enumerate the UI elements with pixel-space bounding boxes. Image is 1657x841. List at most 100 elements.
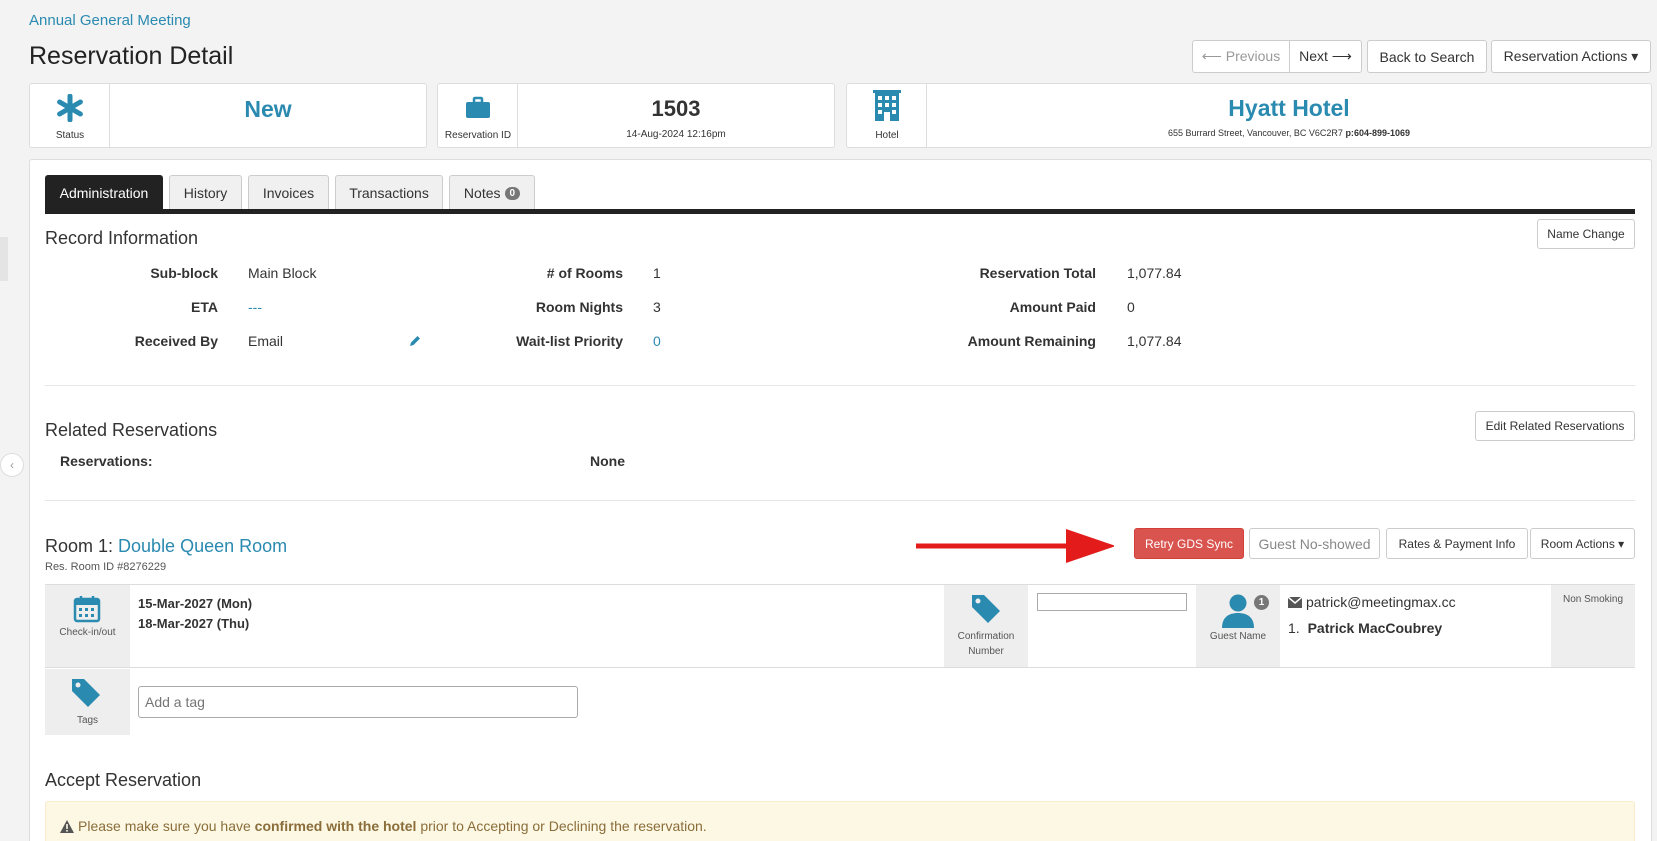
accept-reservation-title: Accept Reservation bbox=[45, 770, 202, 790]
sub-block-value: Main Block bbox=[248, 265, 317, 281]
hotel-label: Hotel bbox=[875, 130, 899, 141]
add-tag-input[interactable] bbox=[138, 686, 578, 718]
tag-icon bbox=[72, 679, 100, 707]
amount-remaining-value: 1,077.84 bbox=[1127, 333, 1182, 349]
warning-text-bold: confirmed with the hotel bbox=[254, 818, 417, 834]
divider bbox=[45, 385, 1635, 386]
guest-count-badge: 1 bbox=[1254, 595, 1269, 610]
rooms-label: # of Rooms bbox=[546, 265, 623, 281]
hotel-address: 655 Burrard Street, Vancouver, BC V6C2R7 bbox=[1167, 128, 1343, 138]
hotel-phone-prefix: p: bbox=[1345, 128, 1354, 138]
asterisk-icon bbox=[57, 94, 83, 122]
guest-name-cell: 1 Guest Name bbox=[1196, 585, 1280, 667]
sub-block-label: Sub-block bbox=[150, 265, 218, 281]
reservation-total-label: Reservation Total bbox=[979, 265, 1096, 281]
smoking-preference: Non Smoking bbox=[1562, 594, 1624, 605]
back-to-search-button[interactable]: Back to Search bbox=[1367, 40, 1487, 73]
warning-text-post: prior to Accepting or Declining the rese… bbox=[416, 818, 707, 834]
tab-transactions[interactable]: Transactions bbox=[335, 175, 443, 210]
amount-paid-label: Amount Paid bbox=[1009, 299, 1096, 315]
red-arrow-annotation bbox=[916, 529, 1114, 563]
reservation-id-value: 1503 bbox=[651, 96, 701, 121]
previous-button[interactable]: ⟵ Previous bbox=[1192, 40, 1290, 73]
room-title: Room 1: Double Queen Room bbox=[45, 536, 287, 557]
rooms-value: 1 bbox=[653, 265, 661, 281]
edit-related-reservations-button[interactable]: Edit Related Reservations bbox=[1475, 411, 1635, 441]
guest-email: patrick@meetingmax.cc bbox=[1306, 594, 1456, 610]
room-nights-value: 3 bbox=[653, 299, 661, 315]
status-value: New bbox=[244, 96, 292, 122]
calendar-icon bbox=[73, 596, 101, 623]
eta-value[interactable]: --- bbox=[248, 299, 262, 315]
received-by-label: Received By bbox=[134, 333, 218, 349]
breadcrumb[interactable]: Annual General Meeting bbox=[29, 12, 191, 29]
next-button[interactable]: Next ⟶ bbox=[1289, 40, 1362, 73]
divider bbox=[45, 500, 1635, 501]
guest-name-label: Guest Name bbox=[1209, 631, 1267, 642]
reservation-actions-button[interactable]: Reservation Actions ▾ bbox=[1491, 40, 1651, 73]
reservations-value: None bbox=[590, 453, 625, 469]
amount-remaining-label: Amount Remaining bbox=[967, 333, 1096, 349]
tag-icon bbox=[972, 595, 1000, 623]
confirmation-number-label: Confirmation Number bbox=[957, 631, 1015, 657]
related-reservations-title: Related Reservations bbox=[45, 420, 218, 440]
guest-name-row: 1. Patrick MacCoubrey bbox=[1288, 620, 1442, 636]
name-change-button[interactable]: Name Change bbox=[1537, 219, 1635, 249]
hotel-address-line: 655 Burrard Street, Vancouver, BC V6C2R7… bbox=[927, 128, 1651, 138]
tab-invoices[interactable]: Invoices bbox=[248, 175, 329, 210]
amount-paid-value: 0 bbox=[1127, 299, 1135, 315]
status-label: Status bbox=[55, 130, 85, 141]
building-icon bbox=[873, 90, 901, 121]
pencil-icon[interactable] bbox=[408, 334, 422, 348]
confirmation-number-cell: Confirmation Number bbox=[944, 585, 1028, 667]
sidebar-edge bbox=[0, 237, 8, 281]
reservation-date: 14-Aug-2024 12:16pm bbox=[626, 129, 726, 140]
hotel-card: Hotel Hyatt Hotel 655 Burrard Street, Va… bbox=[846, 83, 1652, 148]
reservation-id-card: Reservation ID 1503 14-Aug-2024 12:16pm bbox=[437, 83, 835, 148]
tags-label: Tags bbox=[76, 715, 99, 726]
rates-payment-info-button[interactable]: Rates & Payment Info bbox=[1386, 528, 1528, 559]
tab-administration[interactable]: Administration bbox=[45, 175, 163, 210]
notes-count-badge: 0 bbox=[504, 186, 521, 200]
room-actions-button[interactable]: Room Actions ▾ bbox=[1530, 528, 1635, 559]
wait-list-label: Wait-list Priority bbox=[516, 333, 623, 349]
smoking-cell: Non Smoking bbox=[1551, 585, 1635, 667]
warning-text-pre: Please make sure you have bbox=[78, 818, 255, 834]
user-icon bbox=[1222, 594, 1254, 628]
tab-notes[interactable]: Notes 0 bbox=[449, 175, 535, 210]
sidebar-toggle[interactable]: ‹ bbox=[0, 453, 24, 477]
confirmation-number-input[interactable] bbox=[1037, 593, 1187, 611]
guest-email-row: patrick@meetingmax.cc bbox=[1288, 594, 1456, 610]
guest-name: Patrick MacCoubrey bbox=[1307, 620, 1443, 636]
wait-list-value[interactable]: 0 bbox=[653, 333, 661, 349]
envelope-icon bbox=[1288, 596, 1302, 608]
room-type-link[interactable]: Double Queen Room bbox=[118, 536, 287, 556]
tags-cell: Tags bbox=[45, 669, 130, 735]
guest-number: 1. bbox=[1288, 620, 1300, 636]
hotel-name[interactable]: Hyatt Hotel bbox=[927, 95, 1651, 122]
status-card: Status New bbox=[29, 83, 427, 148]
tab-underline bbox=[45, 209, 1635, 214]
reservation-total-value: 1,077.84 bbox=[1127, 265, 1182, 281]
tab-history[interactable]: History bbox=[169, 175, 242, 210]
tab-notes-label: Notes bbox=[463, 185, 501, 201]
hotel-phone: 604-899-1069 bbox=[1353, 128, 1410, 138]
warning-icon bbox=[60, 819, 74, 833]
page-title: Reservation Detail bbox=[29, 42, 234, 70]
room-prefix: Room 1: bbox=[45, 536, 119, 556]
reservation-id-label: Reservation ID bbox=[444, 130, 512, 141]
room-nights-label: Room Nights bbox=[535, 299, 623, 315]
check-in-out-label: Check-in/out bbox=[59, 627, 116, 638]
check-out-date: 18-Mar-2027 (Thu) bbox=[138, 616, 250, 631]
guest-no-showed-button[interactable]: Guest No-showed bbox=[1249, 528, 1380, 559]
warning-message: Please make sure you have confirmed with… bbox=[60, 818, 707, 834]
retry-gds-sync-button[interactable]: Retry GDS Sync bbox=[1134, 528, 1244, 559]
check-in-date: 15-Mar-2027 (Mon) bbox=[138, 596, 253, 611]
received-by-value: Email bbox=[248, 333, 284, 349]
res-room-id: Res. Room ID #8276229 bbox=[45, 561, 167, 573]
eta-label: ETA bbox=[191, 299, 218, 315]
record-information-title: Record Information bbox=[45, 228, 199, 248]
reservations-label: Reservations: bbox=[60, 453, 153, 469]
briefcase-icon bbox=[466, 96, 490, 118]
check-in-out-cell: Check-in/out bbox=[45, 585, 130, 667]
